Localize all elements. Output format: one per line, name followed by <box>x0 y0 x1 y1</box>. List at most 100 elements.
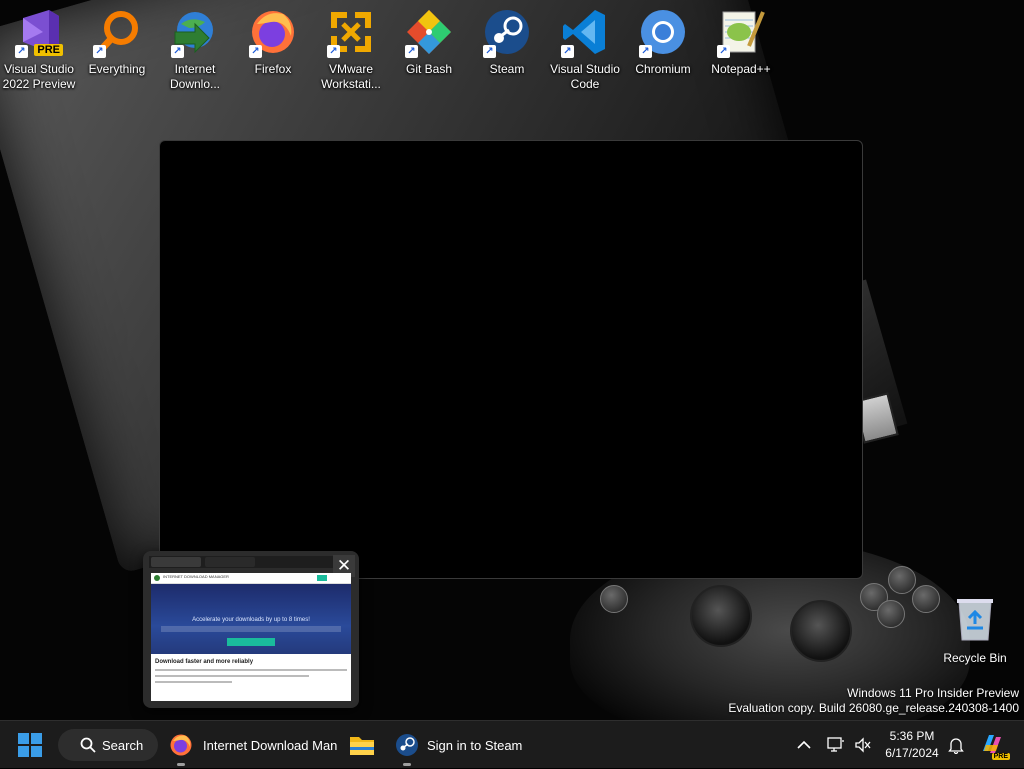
desktop-icon-everything[interactable]: ↗ Everything <box>78 4 156 77</box>
desktop-icon-label: Steam <box>489 62 525 76</box>
thumbnail-hero-button <box>227 638 275 646</box>
taskbar-app-label: Sign in to Steam <box>427 737 523 753</box>
idm-logo-icon <box>154 575 160 581</box>
desktop-icon-label: Visual Studio 2022 Preview <box>2 62 76 91</box>
wallpaper-right-stick <box>790 600 852 662</box>
shortcut-arrow-icon: ↗ <box>717 45 730 58</box>
desktop-icon-label: Firefox <box>254 62 292 76</box>
thumbnail-section-heading: Download faster and more reliably <box>155 659 254 665</box>
shortcut-arrow-icon: ↗ <box>327 45 340 58</box>
desktop-icon-label: Visual Studio Code <box>550 62 620 91</box>
network-button[interactable] <box>827 721 845 769</box>
desktop-icon-notepadpp[interactable]: ↗ Notepad++ <box>702 4 780 77</box>
file-explorer-icon <box>350 737 374 755</box>
thumbnail-text-line <box>155 669 347 671</box>
vscode-icon: ↗ <box>559 6 611 58</box>
wallpaper-pad-button <box>877 600 905 628</box>
windows-logo-icon <box>18 733 42 757</box>
search-label: Search <box>102 737 144 753</box>
start-button[interactable] <box>18 721 48 769</box>
copilot-icon: PRE <box>980 733 1010 760</box>
desktop-icon-label: Internet Downlo... <box>169 62 221 91</box>
clock-button[interactable]: 5:36 PM 6/17/2024 <box>880 721 944 769</box>
desktop-icon-chromium[interactable]: ↗ Chromium <box>624 4 702 77</box>
desktop-icon-label: Notepad++ <box>711 62 771 76</box>
notepadpp-icon: ↗ <box>715 6 767 58</box>
thumbnail-section: Download faster and more reliably <box>151 654 351 683</box>
shortcut-arrow-icon: ↗ <box>561 45 574 58</box>
desktop-icon-recycle-bin[interactable]: Recycle Bin <box>940 596 1010 665</box>
desktop-icon-visual-studio-preview[interactable]: PRE ↗ Visual Studio 2022 Preview <box>0 4 78 92</box>
chromium-icon: ↗ <box>637 6 689 58</box>
internet-download-manager-icon: ↗ <box>169 6 221 58</box>
clock-date: 6/17/2024 <box>885 746 939 760</box>
notifications-button[interactable] <box>948 721 964 769</box>
bell-icon <box>948 738 964 754</box>
shortcut-arrow-icon: ↗ <box>15 45 28 58</box>
volume-button[interactable] <box>854 721 872 769</box>
thumbnail-hero-heading: Accelerate your downloads by up to 8 tim… <box>192 617 310 623</box>
watermark-line-2: Evaluation copy. Build 26080.ge_release.… <box>728 701 1019 715</box>
thumbnail-hero: Accelerate your downloads by up to 8 tim… <box>151 584 351 654</box>
clock-time: 5:36 PM <box>889 729 935 743</box>
wallpaper-pad-dpad <box>600 585 628 613</box>
vmware-icon: ↗ <box>325 6 377 58</box>
watermark-line-1: Windows 11 Pro Insider Preview <box>847 686 1019 700</box>
thumbnail-page: INTERNET DOWNLOAD MANAGER Accelerate you… <box>151 573 351 701</box>
recycle-bin-label: Recycle Bin <box>943 651 1007 665</box>
firefox-icon <box>170 734 192 756</box>
desktop-icon-vmware[interactable]: ↗ VMware Workstati... <box>312 4 390 92</box>
desktop-icon-firefox[interactable]: ↗ Firefox <box>234 4 312 77</box>
taskbar-app-firefox[interactable]: Internet Download Man <box>168 721 337 769</box>
wallpaper-left-stick <box>690 585 752 647</box>
copilot-button[interactable]: PRE <box>980 721 1010 769</box>
thumbnail-browser-tabbar <box>149 556 339 568</box>
desktop-icon-label: Chromium <box>635 62 691 76</box>
taskbar-thumbnail-preview[interactable]: ✕ INTERNET DOWNLOAD MANAGER Accelerate y… <box>143 551 359 708</box>
shortcut-arrow-icon: ↗ <box>93 45 106 58</box>
thumbnail-text-line <box>155 675 309 677</box>
desktop-icon-steam[interactable]: ↗ Steam <box>468 4 546 77</box>
desktop-icon-internet-download-manager[interactable]: ↗ Internet Downlo... <box>156 4 234 92</box>
firefox-icon: ↗ <box>247 6 299 58</box>
pre-badge: PRE <box>34 44 63 56</box>
running-indicator <box>177 763 185 766</box>
desktop-icon-label: Git Bash <box>405 62 453 76</box>
speaker-muted-icon <box>855 737 871 753</box>
steam-icon <box>396 734 418 756</box>
chevron-up-icon <box>797 740 811 749</box>
taskbar-app-file-explorer[interactable] <box>349 721 375 769</box>
shortcut-arrow-icon: ↗ <box>405 45 418 58</box>
copilot-pre-badge: PRE <box>991 753 1010 760</box>
search-icon <box>80 737 96 753</box>
everything-search-icon: ↗ <box>91 6 143 58</box>
visual-studio-preview-icon: PRE ↗ <box>13 6 65 58</box>
thumbnail-site-title: INTERNET DOWNLOAD MANAGER <box>163 574 229 579</box>
desktop-icon-label: Everything <box>88 62 146 76</box>
show-hidden-icons-button[interactable] <box>797 721 811 769</box>
thumbnail-header-button <box>317 575 327 581</box>
thumbnail-hero-text <box>161 626 341 632</box>
desktop-icon-git-bash[interactable]: ↗ Git Bash <box>390 4 468 77</box>
os-watermark: Windows 11 Pro Insider Preview Evaluatio… <box>728 686 1019 716</box>
git-bash-icon: ↗ <box>403 6 455 58</box>
thumbnail-text-line <box>155 681 232 683</box>
network-monitor-icon <box>827 737 844 752</box>
taskbar-search-box[interactable]: Search <box>58 729 158 761</box>
thumbnail-site-header: INTERNET DOWNLOAD MANAGER <box>151 573 351 584</box>
clock: 5:36 PM 6/17/2024 <box>885 728 938 762</box>
taskbar-app-steam[interactable]: Sign in to Steam <box>394 721 522 769</box>
shortcut-arrow-icon: ↗ <box>639 45 652 58</box>
wallpaper-pad-button <box>888 566 916 594</box>
taskbar-app-label: Internet Download Man <box>203 737 338 753</box>
running-indicator <box>403 763 411 766</box>
wallpaper-pad-button <box>912 585 940 613</box>
thumbnail-tab <box>205 557 255 567</box>
shortcut-arrow-icon: ↗ <box>171 45 184 58</box>
blank-window[interactable] <box>159 140 863 579</box>
shortcut-arrow-icon: ↗ <box>483 45 496 58</box>
steam-icon: ↗ <box>481 6 533 58</box>
taskbar: Search Internet Download Man Sign in to … <box>0 720 1024 768</box>
desktop-icon-vscode[interactable]: ↗ Visual Studio Code <box>546 4 624 92</box>
thumbnail-tab <box>151 557 201 567</box>
